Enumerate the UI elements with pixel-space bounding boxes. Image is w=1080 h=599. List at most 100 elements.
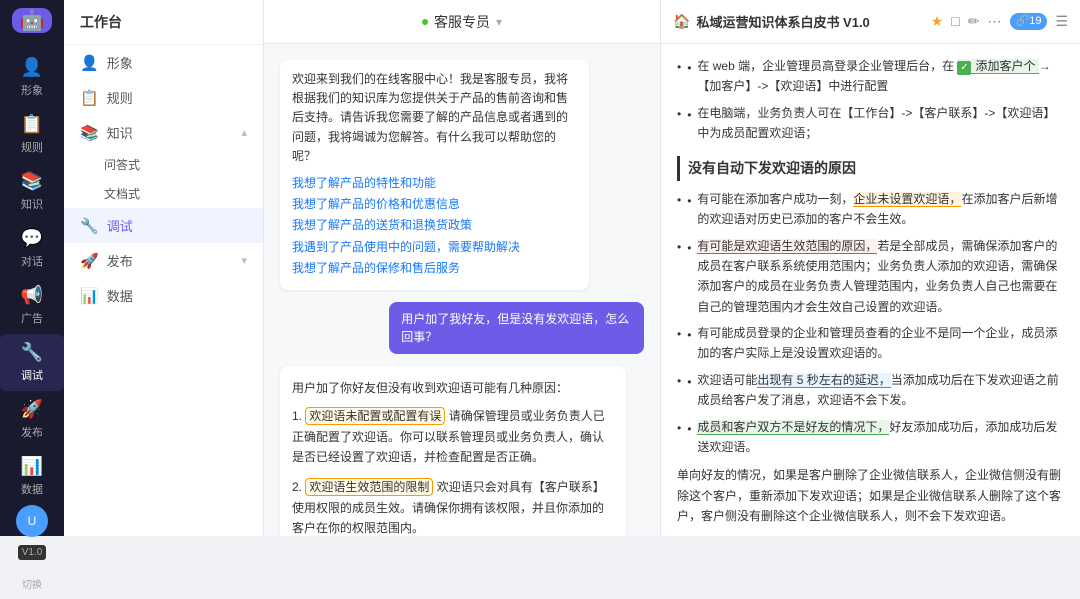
answer-highlight-1: 欢迎语未配置或配置有误 [305,407,445,425]
welcome-text: 欢迎来到我们的在线客服中心！我是客服专员，我将根据我们的知识库为您提供关于产品的… [292,72,568,163]
nav-publish[interactable]: 🚀 发布 ▾ [64,243,263,278]
kn-extra-text: 单向好友的情况，如果是客户删除了企业微信联系人，企业微信侧没有删除这个客户，重新… [677,465,1064,526]
bullet-dot-r3: • [687,325,691,347]
left-nav-panel: 工作台 👤 形象 📋 规则 📚 知识 ▴ 问答式 文档式 🔧 调试 🚀 发布 ▾… [64,0,264,536]
chevron-up-icon: ▴ [241,126,247,139]
bot-welcome-msg: 欢迎来到我们的在线客服中心！我是客服专员，我将根据我们的知识库为您提供关于产品的… [280,60,589,290]
sidebar-item-label: 发布 [21,424,43,440]
user-bubble: 用户加了我好友，但是没有发欢迎语，怎么回事？ [389,302,644,354]
user-count-icon: 🔗19 [1010,13,1048,30]
nav-rules[interactable]: 📋 规则 [64,80,263,115]
bullet-dot-r5: • [687,419,691,441]
nav-publish-label: 发布 [107,251,133,270]
sidebar-item-label: 广告 [21,310,43,326]
chat-header: 客服专员 ▾ [264,0,660,44]
chat-panel: 客服专员 ▾ 欢迎来到我们的在线客服中心！我是客服专员，我将根据我们的知识库为您… [264,0,660,536]
answer-section: 用户加了你好友但没有收到欢迎语可能有几种原因： 1. 欢迎语未配置或配置有误 请… [280,366,626,536]
answer-num-1: 1. [292,409,305,423]
edit-icon[interactable]: ✏ [968,13,980,30]
quick-links: 我想了解产品的特性和功能 我想了解产品的价格和优惠信息 我想了解产品的送货和退换… [292,174,577,278]
image-icon: 👤 [21,57,43,78]
nav-data[interactable]: 📊 数据 [64,278,263,313]
sidebar-item-ads[interactable]: 📢 广告 [0,277,64,334]
kn-section-heading: 没有自动下发欢迎语的原因 [677,156,1064,181]
nav-rules-label: 规则 [107,88,133,107]
data-icon: 📊 [21,456,43,477]
ads-icon: 📢 [21,285,43,306]
nav-qa[interactable]: 问答式 [96,150,263,179]
kn-reason-text-3: 有可能成员登录的企业和管理员查看的企业不是同一个企业，成员添加的客户实际上是没设… [697,323,1064,364]
sidebar-item-dialog[interactable]: 💬 对话 [0,220,64,277]
kn-text-1: 在 web 端，企业管理员高登录企业管理后台，在 ✓添加客户个 →【加客户】->… [697,56,1064,97]
share-icon[interactable]: □ [951,13,959,30]
link-2[interactable]: 我想了解产品的价格和优惠信息 [292,195,577,214]
bullet-dot-r1: • [687,191,691,213]
kn-highlight-add: ✓添加客户个 [957,59,1038,74]
sidebar-switch[interactable]: 切换 [16,568,48,599]
nav-doc[interactable]: 文档式 [96,179,263,208]
kn-text-2: 在电脑端，业务负责人可在【工作台】->【客户联系】->【欢迎语】中为成员配置欢迎… [697,103,1064,144]
dropdown-icon: ▾ [496,15,502,29]
nav-image-icon: 👤 [80,54,99,72]
link-4[interactable]: 我遇到了产品使用中的问题，需要帮助解决 [292,238,577,257]
nav-knowledge-label: 知识 [107,123,133,142]
sidebar-item-publish[interactable]: 🚀 发布 [0,391,64,448]
answer-highlight-2: 欢迎语生效范围的限制 [305,478,433,496]
sidebar-item-label: 知识 [21,196,43,212]
kn-blue-1: 出现有 5 秒左右的延迟， [757,373,890,388]
sidebar-item-label: 规则 [21,139,43,155]
chat-title: 客服专员 [434,12,490,32]
user-avatar[interactable]: U [16,505,48,537]
nav-doc-label: 文档式 [104,185,140,202]
nav-data-icon: 📊 [80,287,99,305]
right-panel-header: 🏠 私域运营知识体系白皮书 V1.0 ★ □ ✏ ⋯ 🔗19 ☰ [661,0,1080,44]
answer-item-2: 2. 欢迎语生效范围的限制 欢迎语只会对具有【客户联系】使用权限的成员生效。请确… [292,477,614,536]
checkbox-icon: ✓ [957,61,971,75]
link-3[interactable]: 我想了解产品的送货和退换货政策 [292,216,577,235]
chat-status-dot [422,19,428,25]
publish-icon: 🚀 [21,399,43,420]
sidebar-item-image[interactable]: 👤 形象 [0,49,64,106]
kn-orange-1: 企业未设置欢迎语， [853,192,961,207]
answer-num-2: 2. [292,480,305,494]
sidebar-item-label: 调试 [21,367,43,383]
dialog-icon: 💬 [21,228,43,249]
kn-green-1: 成员和客户双方不是好友的情况下， [697,420,889,435]
nav-debug[interactable]: 🔧 调试 [64,208,263,243]
nav-image[interactable]: 👤 形象 [64,45,263,80]
nav-rules-icon: 📋 [80,89,99,107]
nav-knowledge[interactable]: 📚 知识 ▴ [64,115,263,150]
kn-bullet-1: • 在 web 端，企业管理员高登录企业管理后台，在 ✓添加客户个 →【加客户】… [677,56,1064,97]
nav-qa-label: 问答式 [104,156,140,173]
kn-reason-1: • 有可能在添加客户成功一刻，企业未设置欢迎语，在添加客户后新增的欢迎语对历史已… [677,189,1064,230]
more-icon[interactable]: ⋯ [988,13,1002,30]
sidebar-item-data[interactable]: 📊 数据 [0,448,64,505]
home-icon: 🏠 [673,13,690,30]
version-badge: V1.0 [18,545,47,560]
link-5[interactable]: 我想了解产品的保修和售后服务 [292,259,577,278]
nav-debug-icon: 🔧 [80,217,99,235]
debug-icon: 🔧 [21,342,43,363]
answer-item-1: 1. 欢迎语未配置或配置有误 请确保管理员或业务负责人已正确配置了欢迎语。你可以… [292,406,614,467]
kn-reason-4: • 欢迎语可能出现有 5 秒左右的延迟，当添加成功后在下发欢迎语之前成员给客户发… [677,370,1064,411]
nav-knowledge-icon: 📚 [80,124,99,142]
menu-icon[interactable]: ☰ [1055,13,1068,30]
kn-reason-3: • 有可能成员登录的企业和管理员查看的企业不是同一个企业，成员添加的客户实际上是… [677,323,1064,364]
bullet-dot-2: • [687,105,691,127]
kn-bullet-2: • 在电脑端，业务负责人可在【工作台】->【客户联系】->【欢迎语】中为成员配置… [677,103,1064,144]
sidebar-item-rules[interactable]: 📋 规则 [0,106,64,163]
sidebar-item-debug[interactable]: 🔧 调试 [0,334,64,391]
sidebar-bottom: U V1.0 切换 [16,505,48,599]
sidebar-item-label: 形象 [21,82,43,98]
kn-reason-text-4: 欢迎语可能出现有 5 秒左右的延迟，当添加成功后在下发欢迎语之前成员给客户发了消… [697,370,1064,411]
right-panel: 🏠 私域运营知识体系白皮书 V1.0 ★ □ ✏ ⋯ 🔗19 ☰ • 在 web… [660,0,1080,536]
sidebar-item-knowledge[interactable]: 📚 知识 [0,163,64,220]
sidebar-logo: 🤖 [12,8,52,33]
chat-messages: 欢迎来到我们的在线客服中心！我是客服专员，我将根据我们的知识库为您提供关于产品的… [264,44,660,536]
nav-qa-sub: 问答式 文档式 [64,150,263,208]
sidebar: 🤖 👤 形象 📋 规则 📚 知识 💬 对话 📢 广告 🔧 调试 🚀 发布 📊 数… [0,0,64,536]
star-icon[interactable]: ★ [931,13,944,30]
bullet-dot-1: • [687,58,691,80]
nav-data-label: 数据 [107,286,133,305]
link-1[interactable]: 我想了解产品的特性和功能 [292,174,577,193]
